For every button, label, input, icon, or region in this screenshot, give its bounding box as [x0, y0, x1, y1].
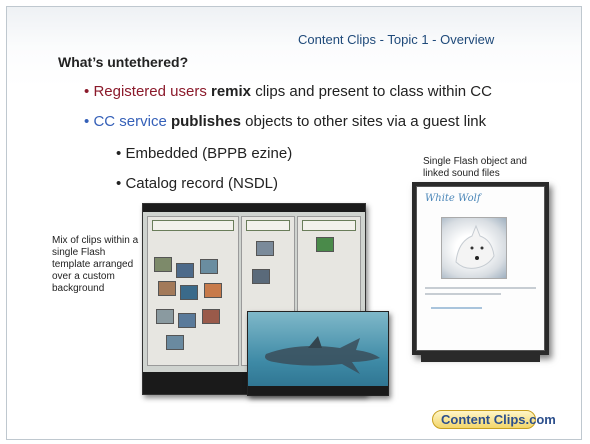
shark-icon	[265, 336, 380, 374]
screenshot-top-bar	[143, 204, 365, 212]
animal-thumbnail	[200, 259, 218, 274]
shark-photo	[247, 311, 389, 396]
shark-photo-caption-bar	[248, 386, 388, 395]
bullet-marker: •	[116, 175, 122, 192]
animal-thumbnail	[178, 313, 196, 328]
screenshot-panel-animals	[147, 216, 239, 366]
wolf-card-footer	[421, 351, 540, 362]
wolf-photo	[441, 217, 507, 279]
animal-thumbnail	[252, 269, 270, 284]
content-clips-logo: Content Clips.com	[432, 410, 556, 429]
wolf-icon	[455, 224, 495, 269]
screenshot-panel-label	[152, 220, 234, 231]
logo-text: Content Clips.com	[441, 412, 556, 427]
bullet-marker: •	[116, 145, 122, 162]
animal-thumbnail	[176, 263, 194, 278]
animal-thumbnail	[180, 285, 198, 300]
screenshot-panel-label	[302, 220, 356, 231]
animal-thumbnail	[316, 237, 334, 252]
wolf-card-title: White Wolf	[425, 193, 481, 204]
animal-thumbnail	[204, 283, 222, 298]
animal-thumbnail	[256, 241, 274, 256]
slide-header-title: Content Clips - Topic 1 - Overview	[298, 32, 495, 47]
bullet-cc-service: • CC service publishes objects to other …	[84, 113, 486, 130]
bullet-rest: clips and present to class within CC	[255, 83, 492, 100]
sub-bullet-embedded: • Embedded (BPPB ezine)	[116, 145, 292, 162]
wolf-decoration	[431, 307, 482, 309]
screenshot-panel-label	[246, 220, 290, 231]
bullet-text: Embedded (BPPB ezine)	[125, 145, 293, 162]
bullet-registered-users: • Registered users remix clips and prese…	[84, 83, 492, 100]
animal-thumbnail	[154, 257, 172, 272]
slide-heading: What’s untethered?	[58, 54, 189, 70]
bullet-bold-word: publishes	[170, 113, 241, 130]
caption-flash-object: Single Flash object and linked sound fil…	[423, 156, 527, 179]
animal-thumbnail	[156, 309, 174, 324]
bullet-marker: •	[84, 83, 90, 100]
animal-thumbnail	[202, 309, 220, 324]
bullet-bold-word: remix	[211, 83, 252, 100]
bullet-rest: objects to other sites via a guest link	[245, 113, 487, 130]
sub-bullet-catalog: • Catalog record (NSDL)	[116, 175, 278, 192]
wolf-text-line	[425, 293, 502, 295]
bullet-text: Catalog record (NSDL)	[125, 175, 278, 192]
bullet-highlight: CC service	[93, 113, 167, 130]
bullet-highlight: Registered users	[93, 83, 207, 100]
white-wolf-flash-object: White Wolf	[416, 186, 545, 362]
slide: Content Clips - Topic 1 - Overview What’…	[0, 0, 590, 444]
caption-mix-of-clips: Mix of clips within a single Flash templ…	[52, 235, 139, 294]
animal-thumbnail	[158, 281, 176, 296]
bullet-marker: •	[84, 113, 90, 130]
wolf-text-line	[425, 287, 536, 289]
animal-thumbnail	[166, 335, 184, 350]
